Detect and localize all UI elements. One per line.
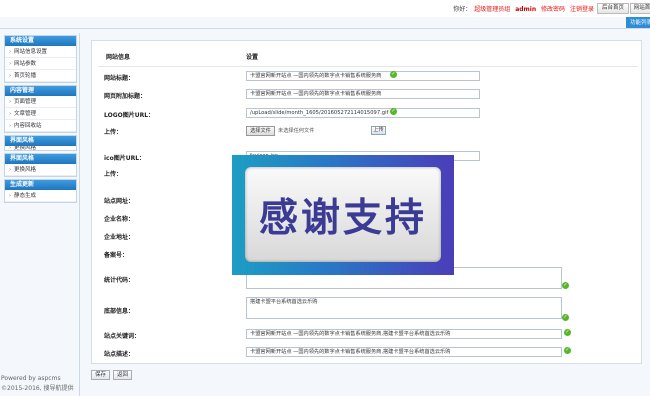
greeting: 你好： (453, 6, 472, 13)
footer-info-textarea[interactable]: 搭建卡盟平台系统首选云乐购 (246, 297, 562, 319)
sidebar-item-site-params[interactable]: 网站参数 (5, 58, 76, 70)
ico-url-label: ico图片URL： (104, 155, 146, 162)
copyright-line: ©2015-2016, 搜导航提供 (1, 385, 74, 392)
file-status: 未选择任何文件 (278, 128, 315, 134)
sidebar-section-system: 系统设置 网站信息设置 网站参数 首页轮播 (4, 35, 77, 83)
upload-button[interactable]: 上传 (371, 126, 386, 135)
site-subtitle-input[interactable]: 卡盟官网新开站点 —国内领先的数字点卡销售系统服务商 (246, 89, 480, 99)
stats-code-label: 统计代码： (104, 277, 135, 284)
sidebar: 系统设置 网站信息设置 网站参数 首页轮播 内容管理 页面管理 文章管理 内容回… (0, 33, 80, 396)
logo-url-input[interactable]: /upLoad/slide/month_1605/201605272114015… (246, 108, 480, 118)
sidebar-item-change-style[interactable]: 更换风格 (5, 164, 76, 176)
site-title-label: 网站标题： (104, 75, 135, 82)
sidebar-section-style-2: 界面风格 更换风格 (4, 153, 77, 177)
company-name-label: 企业名称： (104, 216, 135, 223)
sidebar-item-pages[interactable]: 页面管理 (5, 96, 76, 108)
site-url-label: 站点网址： (104, 198, 135, 205)
column-header-info: 网站信息 (106, 54, 131, 61)
footer-info-label: 底部信息： (104, 308, 135, 315)
sidebar-item-recycle-bin[interactable]: 内容回收站 (5, 120, 76, 132)
admin-home-button[interactable]: 后台首页 (597, 3, 629, 14)
column-header-settings: 设置 (246, 54, 259, 61)
section-title[interactable]: 生成更新 (5, 180, 76, 190)
check-circle-icon: ✓ (562, 282, 569, 289)
username: admin (515, 6, 537, 13)
section-title[interactable]: 内容管理 (5, 86, 76, 96)
sidebar-item-home-carousel[interactable]: 首页轮播 (5, 70, 76, 82)
check-circle-icon: ✓ (390, 108, 397, 115)
sidebar-item-articles[interactable]: 文章管理 (5, 108, 76, 120)
sidebar-section-generate: 生成更新 静态生成 (4, 179, 77, 203)
logo-url-label: LOGO图片URL： (104, 112, 155, 119)
powered-by: Powered by aspcms ©2015-2016, 搜导航提供 (1, 374, 74, 394)
company-address-label: 企业地址： (104, 234, 135, 241)
back-button[interactable]: 返回 (113, 370, 133, 380)
check-circle-icon: ✓ (564, 329, 571, 336)
section-title[interactable]: 界面风格 (5, 136, 76, 146)
site-subtitle-label: 网页附加标题： (104, 93, 147, 100)
save-button[interactable]: 保存 (91, 370, 111, 380)
banner-text: 感谢支持 (258, 195, 427, 241)
site-title-input[interactable]: 卡盟官网新开站点 —国内领先的数字点卡销售系统服务商 (246, 71, 480, 81)
user-role: 超级管理员组 (474, 6, 511, 13)
site-home-button[interactable]: 网站首 (630, 3, 650, 14)
powered-line: Powered by aspcms (1, 375, 61, 382)
check-circle-icon: ✓ (390, 71, 397, 78)
check-circle-icon: ✓ (562, 314, 569, 321)
choose-file-button[interactable]: 选择文件 (246, 126, 275, 136)
upload-label: 上传： (104, 129, 123, 136)
section-title[interactable]: 界面风格 (5, 154, 76, 164)
thanks-banner-image: 感谢支持 (232, 155, 454, 275)
description-label: 站点描述： (104, 351, 135, 358)
sidebar-section-style: 界面风格 更换风格 (4, 135, 77, 151)
logout-link[interactable]: 注销登录 (570, 6, 594, 13)
sidebar-section-content: 内容管理 页面管理 文章管理 内容回收站 (4, 85, 77, 133)
sidebar-item-site-info[interactable]: 网站信息设置 (5, 46, 76, 58)
sidebar-item-change-style[interactable]: 更换风格 (5, 146, 76, 150)
icp-label: 备案号： (104, 252, 129, 259)
keywords-input[interactable]: 卡盟官网新开站点 —国内领先的数字点卡销售系统服务商,搭建卡盟平台系统首选云乐购 (246, 329, 562, 339)
divider (0, 28, 650, 29)
user-info: 你好： 超级管理员组 admin 修改密码 注销登录 (450, 4, 594, 13)
description-input[interactable]: 卡盟官网新开站点 —国内领先的数字点卡销售系统服务商,搭建卡盟平台系统首选云乐购 (246, 347, 562, 357)
top-bar: 你好： 超级管理员组 admin 修改密码 注销登录 (0, 0, 650, 17)
change-password-link[interactable]: 修改密码 (541, 6, 565, 13)
header-divider (98, 66, 638, 67)
upload-label: 上传： (104, 171, 123, 178)
sidebar-item-static-generate[interactable]: 静态生成 (5, 190, 76, 202)
section-title[interactable]: 系统设置 (5, 36, 76, 46)
form-actions: 保存 返回 (91, 370, 135, 380)
keywords-label: 站点关键词： (104, 333, 141, 340)
check-circle-icon: ✓ (564, 347, 571, 354)
banner-card: 感谢支持 (245, 167, 441, 262)
